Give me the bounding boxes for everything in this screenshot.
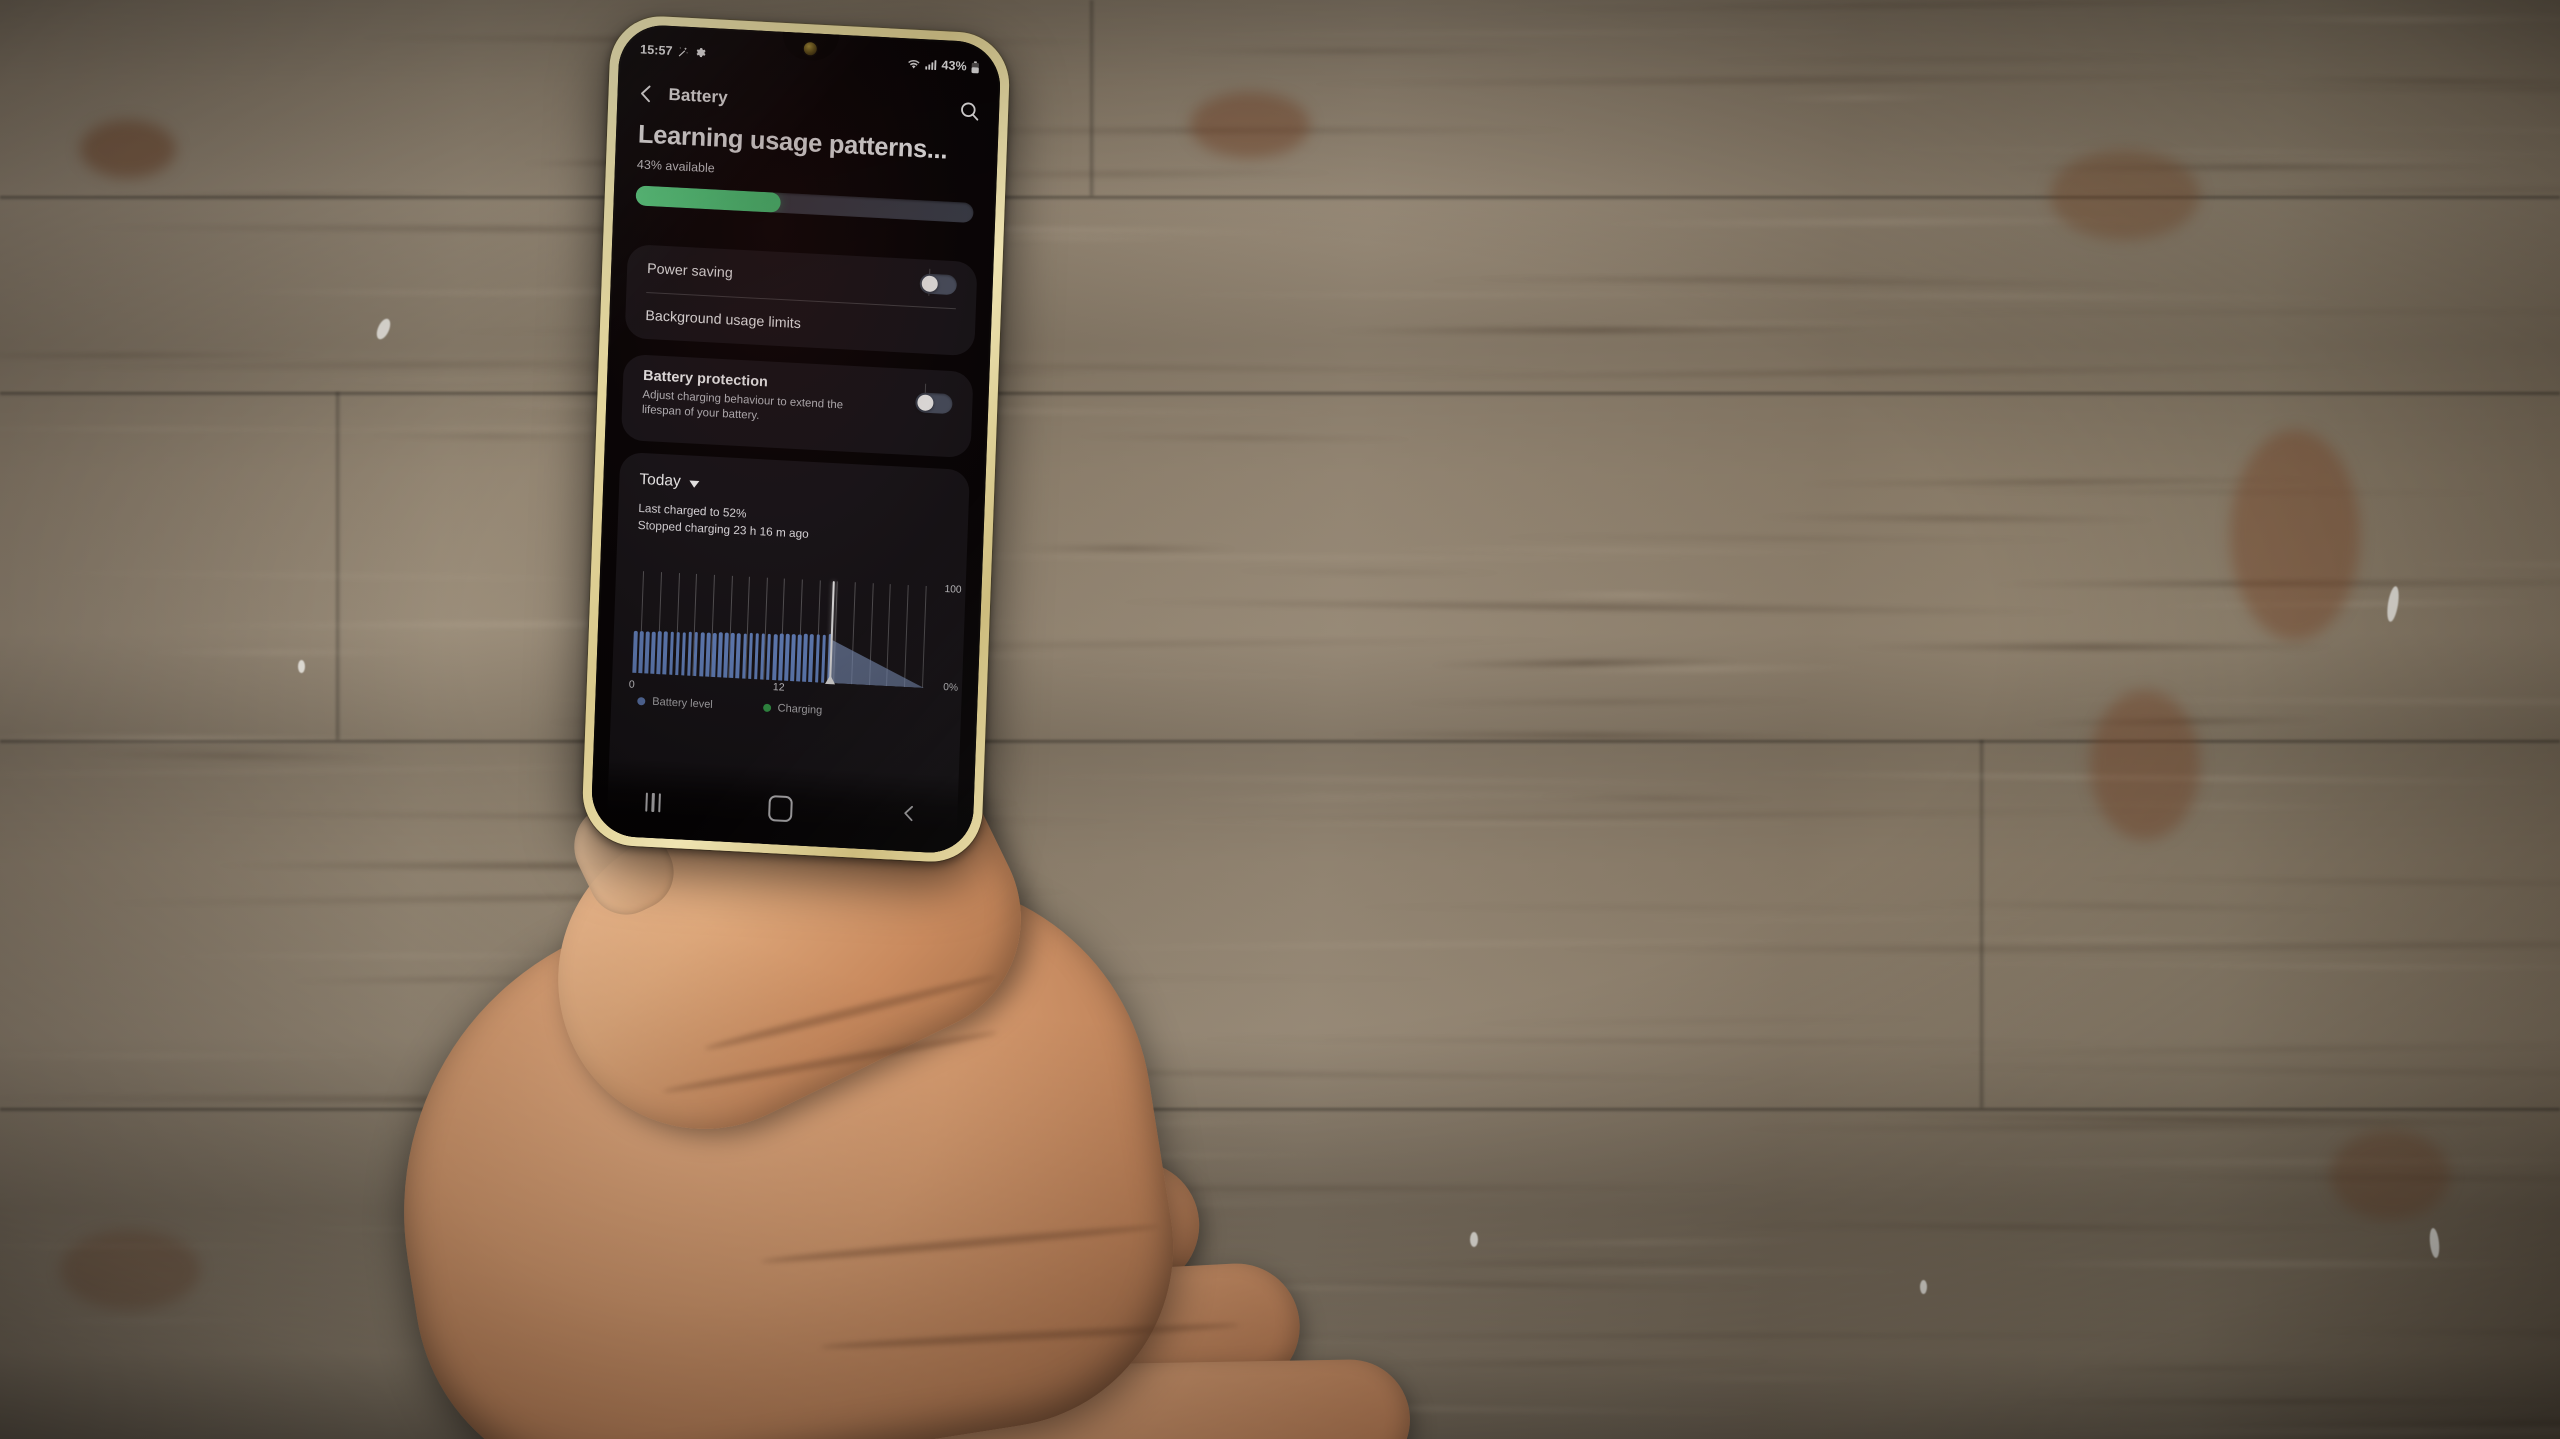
wood-knot [2050,150,2200,240]
battery-chart-plot [632,571,927,688]
magic-wand-icon [677,45,689,58]
wood-knot [2090,690,2200,840]
battery-progress-bar [635,184,974,223]
wood-knot [60,1230,200,1310]
chart-gridline [921,585,927,688]
gear-icon [694,46,707,59]
chart-bar [638,631,644,674]
chart-bar [802,633,808,682]
legend-dot-icon [637,697,646,706]
chart-bar [735,633,741,679]
wood-knot [80,120,176,178]
chart-prediction-area [829,639,925,688]
cellular-signal-icon [924,58,937,71]
today-label: Today [639,470,682,491]
power-settings-card: Power saving Background usage limits [624,243,978,357]
page-title: Battery [668,84,729,107]
paint-fleck [1268,1350,1276,1365]
chart-bar [808,634,814,683]
phone-screen: 15:57 43% Battery Learning usage pattern… [590,23,1002,855]
wood-knot [2330,1130,2450,1220]
chart-bar [717,632,723,678]
status-time: 15:57 [639,42,673,59]
recents-icon[interactable] [644,792,662,812]
chart-bar [644,631,650,674]
chart-bar [796,634,802,682]
back-icon[interactable] [899,801,920,829]
plank-seam [0,392,2560,397]
battery-settings-app: 15:57 43% Battery Learning usage pattern… [590,23,1001,855]
toggle-knob [921,274,939,292]
chart-bar [778,633,784,681]
phone-device: 15:57 43% Battery Learning usage pattern… [581,13,1011,865]
x-axis-label-12: 12 [772,681,785,694]
back-chevron-icon[interactable] [635,82,658,105]
background-usage-limits-label: Background usage limits [645,307,802,332]
chart-bar [729,632,735,679]
chart-gridline [903,585,909,688]
battery-icon [971,60,980,73]
home-icon[interactable] [767,795,793,823]
wifi-icon [906,57,920,70]
chart-bar [711,633,717,678]
plank-seam [0,1108,2560,1113]
plank-seam-vertical [1090,0,1096,196]
wood-grain-line [1621,1375,1904,1382]
plank-seam-vertical [336,392,342,740]
battery-chart: 100 0% 0 12 [612,570,966,706]
status-battery-percent: 43% [941,58,968,74]
chart-bar [699,632,705,677]
power-saving-toggle[interactable] [919,272,958,295]
legend-label: Charging [777,702,823,717]
paint-fleck [1920,1280,1927,1294]
wood-grain-line [124,649,435,655]
battery-progress-fill [635,184,782,213]
chart-bar [632,630,638,673]
chart-bar [680,632,687,676]
search-icon[interactable] [958,99,982,123]
chart-bar [687,631,693,676]
legend-item-battery-level: Battery level [637,695,713,711]
photo-scene: 15:57 43% Battery Learning usage pattern… [0,0,2560,1439]
power-saving-label: Power saving [646,260,734,281]
legend-item-charging: Charging [762,702,822,717]
chart-now-marker-triangle [825,674,836,685]
legend-dot-icon [762,703,771,713]
chart-bar [662,631,668,675]
chart-bar [693,632,699,677]
chart-bar [784,633,790,681]
chart-bar [656,631,662,675]
y-axis-label-top: 100 [944,583,962,596]
chart-bar [668,631,674,675]
chart-bar [772,634,778,681]
chart-bar [790,634,796,682]
chart-bar [674,632,681,676]
chart-bar [814,634,820,683]
paint-fleck [298,660,305,673]
paint-fleck [1470,1232,1478,1247]
chart-bar [650,631,656,674]
chevron-down-icon [689,480,700,489]
x-axis-label-0: 0 [628,678,635,691]
battery-protection-subtitle: Adjust charging behaviour to extend the … [641,388,844,423]
chart-bar [753,633,760,680]
legend-label: Battery level [652,695,713,711]
wood-knot [2230,430,2360,640]
chart-bar [765,633,772,680]
wood-knot [1190,92,1310,158]
chart-bar [747,632,754,679]
battery-protection-toggle[interactable] [915,392,953,415]
toggle-knob [917,394,934,412]
battery-hero: Learning usage patterns... 43% available [635,120,976,223]
y-axis-label-bottom: 0% [943,682,959,694]
battery-protection-card[interactable]: Battery protection Adjust charging behav… [620,353,974,459]
